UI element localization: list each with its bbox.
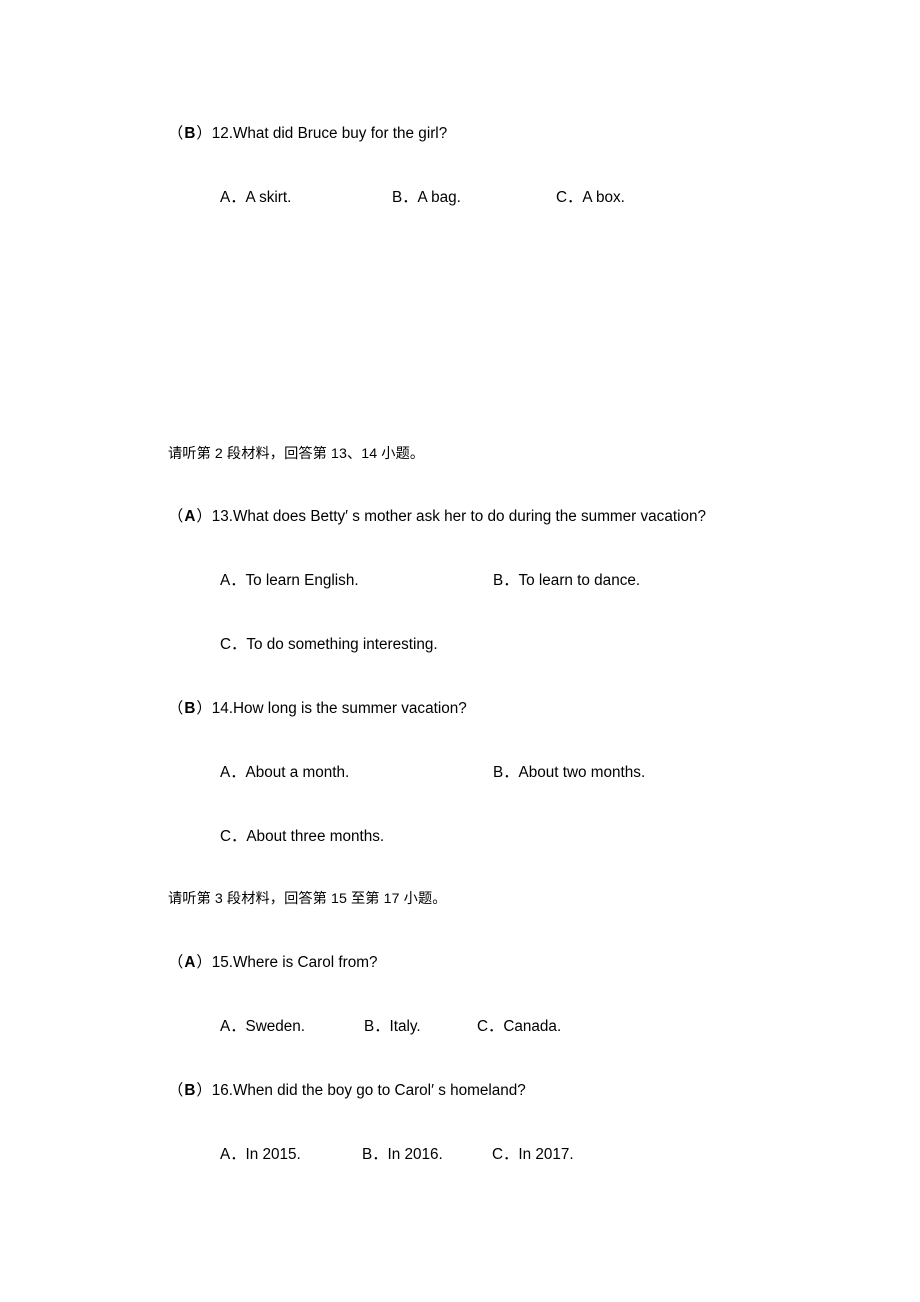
option-15-a-label: A． bbox=[220, 1018, 246, 1035]
question-stem-14: How long is the summer vacation? bbox=[232, 700, 467, 717]
answer-bracket-open-13: （ bbox=[168, 508, 184, 525]
question-row-13: （A） 13. What does Betty′ s mother ask her … bbox=[168, 507, 706, 527]
option-12-a-label: A． bbox=[220, 189, 246, 206]
option-row-16: A．In 2015. B．In 2016. C．In 2017. bbox=[0, 1145, 920, 1167]
option-row-14-first: A．About a month. B．About two months. bbox=[0, 763, 920, 785]
option-row-13-second: C．To do something interesting. bbox=[0, 635, 920, 657]
answer-bracket-open-12: （ bbox=[168, 125, 184, 142]
question-number-15: 15. bbox=[211, 954, 233, 971]
option-13-c[interactable]: C．To do something interesting. bbox=[220, 635, 438, 655]
option-14-b-text: About two months. bbox=[518, 764, 646, 781]
option-16-c[interactable]: C．In 2017. bbox=[492, 1145, 574, 1165]
option-16-a-label: A． bbox=[220, 1146, 246, 1163]
question-row-16: （B） 16. When did the boy go to Carol′ s ho… bbox=[168, 1081, 526, 1101]
option-13-c-label: C． bbox=[220, 636, 247, 653]
option-15-c-label: C． bbox=[477, 1018, 504, 1035]
answer-letter-16[interactable]: B bbox=[183, 1081, 196, 1101]
option-14-a-text: About a month. bbox=[245, 764, 350, 781]
option-16-c-label: C． bbox=[492, 1146, 519, 1163]
option-14-a-label: A． bbox=[220, 764, 246, 781]
option-12-b-label: B． bbox=[392, 189, 418, 206]
option-row-14-second: C．About three months. bbox=[0, 827, 920, 849]
option-15-b-text: Italy. bbox=[389, 1018, 421, 1035]
question-number-12: 12. bbox=[211, 125, 233, 142]
option-12-c-text: A box. bbox=[582, 189, 625, 206]
answer-bracket-close-14: ） bbox=[196, 700, 212, 717]
option-15-a-text: Sweden. bbox=[245, 1018, 306, 1035]
option-16-b-label: B． bbox=[362, 1146, 388, 1163]
answer-bracket-open-15: （ bbox=[168, 954, 184, 971]
option-row-13-first: A．To learn English. B．To learn to dance. bbox=[0, 571, 920, 593]
answer-bracket-close-16: ） bbox=[196, 1082, 212, 1099]
option-14-a[interactable]: A．About a month. bbox=[220, 763, 349, 783]
answer-bracket-open-16: （ bbox=[168, 1082, 184, 1099]
option-14-b-label: B． bbox=[493, 764, 519, 781]
option-16-a[interactable]: A．In 2015. bbox=[220, 1145, 301, 1165]
question-number-16: 16. bbox=[211, 1082, 233, 1099]
answer-bracket-open-14: （ bbox=[168, 700, 184, 717]
section-header-3: 请听第 3 段材料，回答第 15 至第 17 小题。 bbox=[168, 891, 447, 907]
worksheet-page: （B） 12. What did Bruce buy for the girl? A… bbox=[0, 0, 920, 1302]
option-13-b-text: To learn to dance. bbox=[518, 572, 641, 589]
option-16-a-text: In 2015. bbox=[245, 1146, 301, 1163]
option-15-c-text: Canada. bbox=[503, 1018, 562, 1035]
question-row-12: （B） 12. What did Bruce buy for the girl? bbox=[168, 124, 447, 144]
option-14-c[interactable]: C．About three months. bbox=[220, 827, 384, 847]
option-13-c-text: To do something interesting. bbox=[246, 636, 438, 653]
option-12-a[interactable]: A．A skirt. bbox=[220, 188, 291, 208]
option-row-15: A．Sweden. B．Italy. C．Canada. bbox=[0, 1017, 920, 1039]
option-16-b[interactable]: B．In 2016. bbox=[362, 1145, 443, 1165]
option-13-b-label: B． bbox=[493, 572, 519, 589]
option-16-b-text: In 2016. bbox=[387, 1146, 443, 1163]
question-stem-13: What does Betty′ s mother ask her to do … bbox=[232, 508, 707, 525]
option-12-c-label: C． bbox=[556, 189, 583, 206]
option-15-a[interactable]: A．Sweden. bbox=[220, 1017, 305, 1037]
section-header-2: 请听第 2 段材料，回答第 13、14 小题。 bbox=[168, 446, 425, 462]
option-12-a-text: A skirt. bbox=[245, 189, 292, 206]
option-13-b[interactable]: B．To learn to dance. bbox=[493, 571, 640, 591]
answer-bracket-close-13: ） bbox=[196, 508, 212, 525]
option-12-b-text: A bag. bbox=[417, 189, 461, 206]
question-stem-12: What did Bruce buy for the girl? bbox=[232, 125, 448, 142]
option-16-c-text: In 2017. bbox=[518, 1146, 574, 1163]
option-12-b[interactable]: B．A bag. bbox=[392, 188, 461, 208]
option-13-a-text: To learn English. bbox=[245, 572, 359, 589]
answer-letter-12[interactable]: B bbox=[183, 124, 196, 144]
option-15-b-label: B． bbox=[364, 1018, 390, 1035]
question-stem-15: Where is Carol from? bbox=[232, 954, 378, 971]
question-row-14: （B） 14. How long is the summer vacation? bbox=[168, 699, 467, 719]
option-12-c[interactable]: C．A box. bbox=[556, 188, 625, 208]
answer-letter-14[interactable]: B bbox=[183, 699, 196, 719]
answer-letter-13[interactable]: A bbox=[183, 507, 196, 527]
option-14-c-text: About three months. bbox=[246, 828, 385, 845]
option-13-a[interactable]: A．To learn English. bbox=[220, 571, 359, 591]
answer-bracket-close-12: ） bbox=[196, 125, 212, 142]
option-15-b[interactable]: B．Italy. bbox=[364, 1017, 421, 1037]
answer-letter-15[interactable]: A bbox=[183, 953, 196, 973]
option-row-12: A．A skirt. B．A bag. C．A box. bbox=[0, 188, 920, 210]
option-13-a-label: A． bbox=[220, 572, 246, 589]
option-15-c[interactable]: C．Canada. bbox=[477, 1017, 561, 1037]
question-row-15: （A） 15. Where is Carol from? bbox=[168, 953, 377, 973]
option-14-c-label: C． bbox=[220, 828, 247, 845]
answer-bracket-close-15: ） bbox=[196, 954, 212, 971]
question-stem-16: When did the boy go to Carol′ s homeland… bbox=[232, 1082, 526, 1099]
question-number-13: 13. bbox=[211, 508, 233, 525]
option-14-b[interactable]: B．About two months. bbox=[493, 763, 645, 783]
question-number-14: 14. bbox=[211, 700, 233, 717]
